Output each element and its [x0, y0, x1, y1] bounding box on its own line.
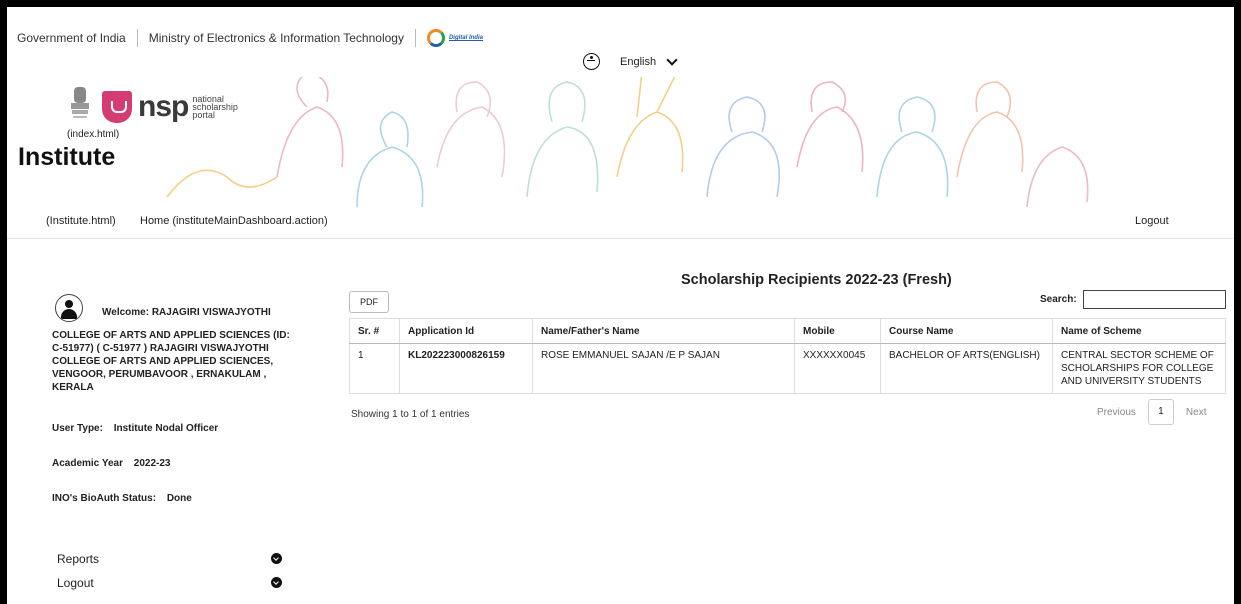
logout-link[interactable]: Logout — [1135, 215, 1169, 227]
expand-icon[interactable] — [271, 577, 282, 588]
col-header-course[interactable]: Course Name — [880, 318, 1053, 344]
sidebar-item-label: Reports — [57, 552, 100, 566]
language-select[interactable]: English — [620, 56, 656, 68]
digital-india-logo[interactable]: Digital India — [426, 29, 483, 47]
institute-link[interactable]: (Institute.html) — [46, 215, 116, 227]
nsp-wordmark: nsp — [138, 90, 189, 123]
table-header-row: Sr. # Application Id Name/Father's Name … — [349, 318, 1226, 344]
sidebar-item-reports[interactable]: Reports — [57, 552, 282, 566]
banner-illustration — [166, 77, 1089, 208]
table-row: 1 KL202223000826159 ROSE EMMANUEL SAJAN … — [349, 343, 1226, 394]
goi-link[interactable]: Government of India — [17, 31, 126, 45]
cell-sr: 1 — [349, 343, 400, 394]
search-label: Search: — [1040, 294, 1077, 305]
chevron-down-icon[interactable] — [666, 53, 678, 66]
bioauth-label: INO's BioAuth Status: — [52, 493, 157, 504]
user-type-label: User Type: — [52, 423, 103, 434]
pdf-button[interactable]: PDF — [349, 291, 389, 313]
cell-application-id: KL202223000826159 — [399, 343, 533, 394]
home-link[interactable]: Home (instituteMainDashboard.action) — [140, 215, 328, 227]
divider — [414, 29, 416, 47]
national-emblem-icon — [71, 87, 89, 118]
sidebar-item-logout[interactable]: Logout — [57, 576, 282, 590]
college-details: COLLEGE OF ARTS AND APPLIED SCIENCES (ID… — [52, 330, 290, 393]
nsp-logo[interactable]: nsp national scholarship portal — [102, 91, 242, 123]
page-frame: Government of India Ministry of Electron… — [7, 7, 1234, 604]
nsp-subtitle: national scholarship portal — [192, 94, 238, 120]
col-header-sr[interactable]: Sr. # — [349, 318, 400, 344]
cell-scheme: CENTRAL SECTOR SCHEME OF SCHOLARSHIPS FO… — [1052, 343, 1226, 394]
col-header-name[interactable]: Name/Father's Name — [532, 318, 795, 344]
accessibility-icon[interactable] — [583, 53, 600, 70]
accessibility-bar: English — [583, 53, 678, 70]
cell-course: BACHELOR OF ARTS(ENGLISH) — [880, 343, 1053, 394]
avatar — [55, 294, 83, 322]
cell-name: ROSE EMMANUEL SAJAN /E P SAJAN — [532, 343, 795, 394]
table-title: Scholarship Recipients 2022-23 (Fresh) — [681, 272, 952, 288]
academic-year-value: 2022-23 — [133, 458, 171, 469]
academic-year: Academic Year 2022-23 — [52, 458, 170, 469]
recipients-table: Sr. # Application Id Name/Father's Name … — [349, 318, 1226, 394]
meity-link[interactable]: Ministry of Electronics & Information Te… — [149, 31, 404, 45]
page-title: Institute — [18, 143, 116, 171]
expand-icon[interactable] — [271, 553, 282, 564]
welcome-text: Welcome: RAJAGIRI VISWAJYOTHI — [102, 307, 271, 318]
bioauth-status: INO's BioAuth Status: Done — [52, 493, 192, 504]
digital-india-text: Digital India — [448, 35, 483, 41]
search-input[interactable] — [1083, 290, 1226, 309]
page-1-button[interactable]: 1 — [1147, 399, 1174, 425]
top-nav: (Institute.html) Home (instituteMainDash… — [7, 205, 1234, 239]
sidebar-item-label: Logout — [57, 576, 94, 590]
divider — [136, 29, 138, 47]
digital-india-icon — [426, 29, 445, 47]
user-type: User Type: Institute Nodal Officer — [52, 423, 218, 434]
cell-mobile: XXXXXX0045 — [794, 343, 881, 394]
user-type-value: Institute Nodal Officer — [113, 423, 219, 434]
col-header-mobile[interactable]: Mobile — [794, 318, 881, 344]
gov-bar: Government of India Ministry of Electron… — [17, 29, 483, 47]
col-header-scheme[interactable]: Name of Scheme — [1052, 318, 1226, 344]
bioauth-value: Done — [166, 493, 192, 504]
academic-year-label: Academic Year — [52, 458, 123, 469]
nsp-shield-icon — [102, 91, 132, 123]
next-button[interactable]: Next — [1186, 407, 1207, 418]
pagination: Previous 1 Next — [1097, 399, 1206, 425]
entries-info: Showing 1 to 1 of 1 entries — [351, 409, 470, 420]
col-header-application-id[interactable]: Application Id — [399, 318, 533, 344]
previous-button[interactable]: Previous — [1097, 407, 1136, 418]
index-link[interactable]: (index.html) — [67, 129, 119, 140]
